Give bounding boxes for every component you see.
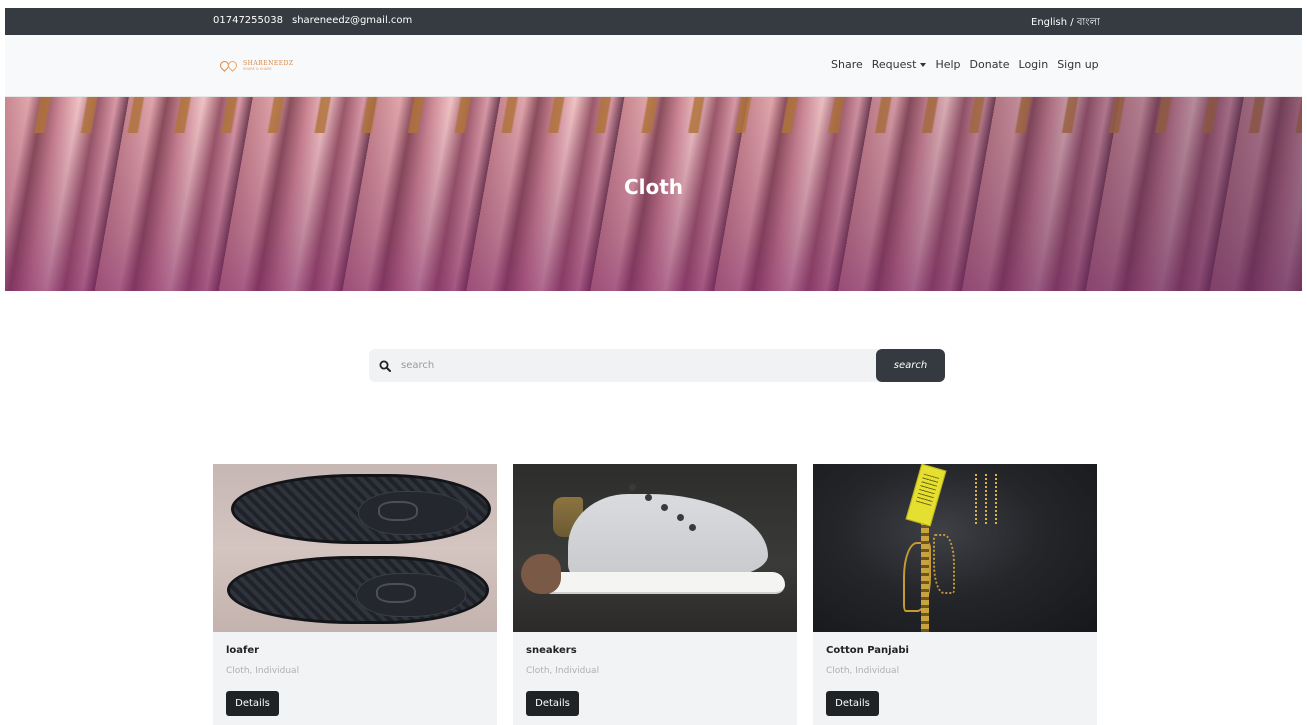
nav-share[interactable]: Share	[831, 58, 863, 71]
site-logo[interactable]: SHARENEEDZ SHARE & SHARE	[218, 59, 294, 72]
hero-banner: Cloth	[5, 97, 1302, 291]
nav-request-dropdown[interactable]: Request	[872, 58, 927, 71]
email-address: shareneedz@gmail.com	[292, 15, 413, 26]
nav-help[interactable]: Help	[935, 58, 960, 71]
navbar: SHARENEEDZ SHARE & SHARE Share Request H…	[5, 35, 1302, 97]
logo-text: SHARENEEDZ SHARE & SHARE	[243, 59, 294, 71]
search-button[interactable]: search	[876, 349, 945, 382]
phone-number: 01747255038	[213, 15, 283, 26]
details-button[interactable]: Details	[826, 691, 879, 716]
nav-login[interactable]: Login	[1019, 58, 1049, 71]
nav-menu: Share Request Help Donate Login Sign up	[831, 58, 1099, 71]
nav-signup[interactable]: Sign up	[1057, 58, 1098, 71]
sneaker-upper	[568, 494, 768, 582]
card-title: sneakers	[526, 645, 577, 656]
product-card-loafer: loafer Cloth, Individual Details	[213, 464, 497, 725]
card-title: Cotton Panjabi	[826, 645, 909, 656]
language-switcher[interactable]: English / বাংলা	[1031, 15, 1100, 32]
nav-request-label: Request	[871, 58, 917, 71]
sneaker-sole	[547, 572, 785, 594]
search-field-container	[369, 349, 879, 382]
card-category: Cloth, Individual	[226, 666, 300, 676]
panjabi-image	[813, 464, 1097, 632]
search-input[interactable]	[401, 349, 871, 382]
price-tag	[905, 464, 947, 527]
loafer-shoe-bottom	[227, 556, 489, 624]
details-button[interactable]: Details	[526, 691, 579, 716]
loafer-shoe-top	[231, 474, 491, 544]
nav-donate[interactable]: Donate	[970, 58, 1010, 71]
search-bar: search	[369, 349, 945, 382]
top-contact-bar: 01747255038 shareneedz@gmail.com English…	[5, 8, 1302, 35]
card-title: loafer	[226, 645, 260, 656]
card-category: Cloth, Individual	[526, 666, 600, 676]
search-icon	[379, 360, 391, 372]
caret-down-icon	[920, 63, 927, 67]
logo-icon	[218, 59, 239, 72]
sneakers-image	[513, 464, 797, 632]
page-title: Cloth	[623, 175, 684, 199]
product-card-cotton-panjabi: Cotton Panjabi Cloth, Individual Details	[813, 464, 1097, 725]
product-card-sneakers: sneakers Cloth, Individual Details	[513, 464, 797, 725]
card-category: Cloth, Individual	[826, 666, 900, 676]
details-button[interactable]: Details	[226, 691, 279, 716]
loafer-image	[213, 464, 497, 632]
contact-info: 01747255038 shareneedz@gmail.com	[213, 15, 412, 26]
